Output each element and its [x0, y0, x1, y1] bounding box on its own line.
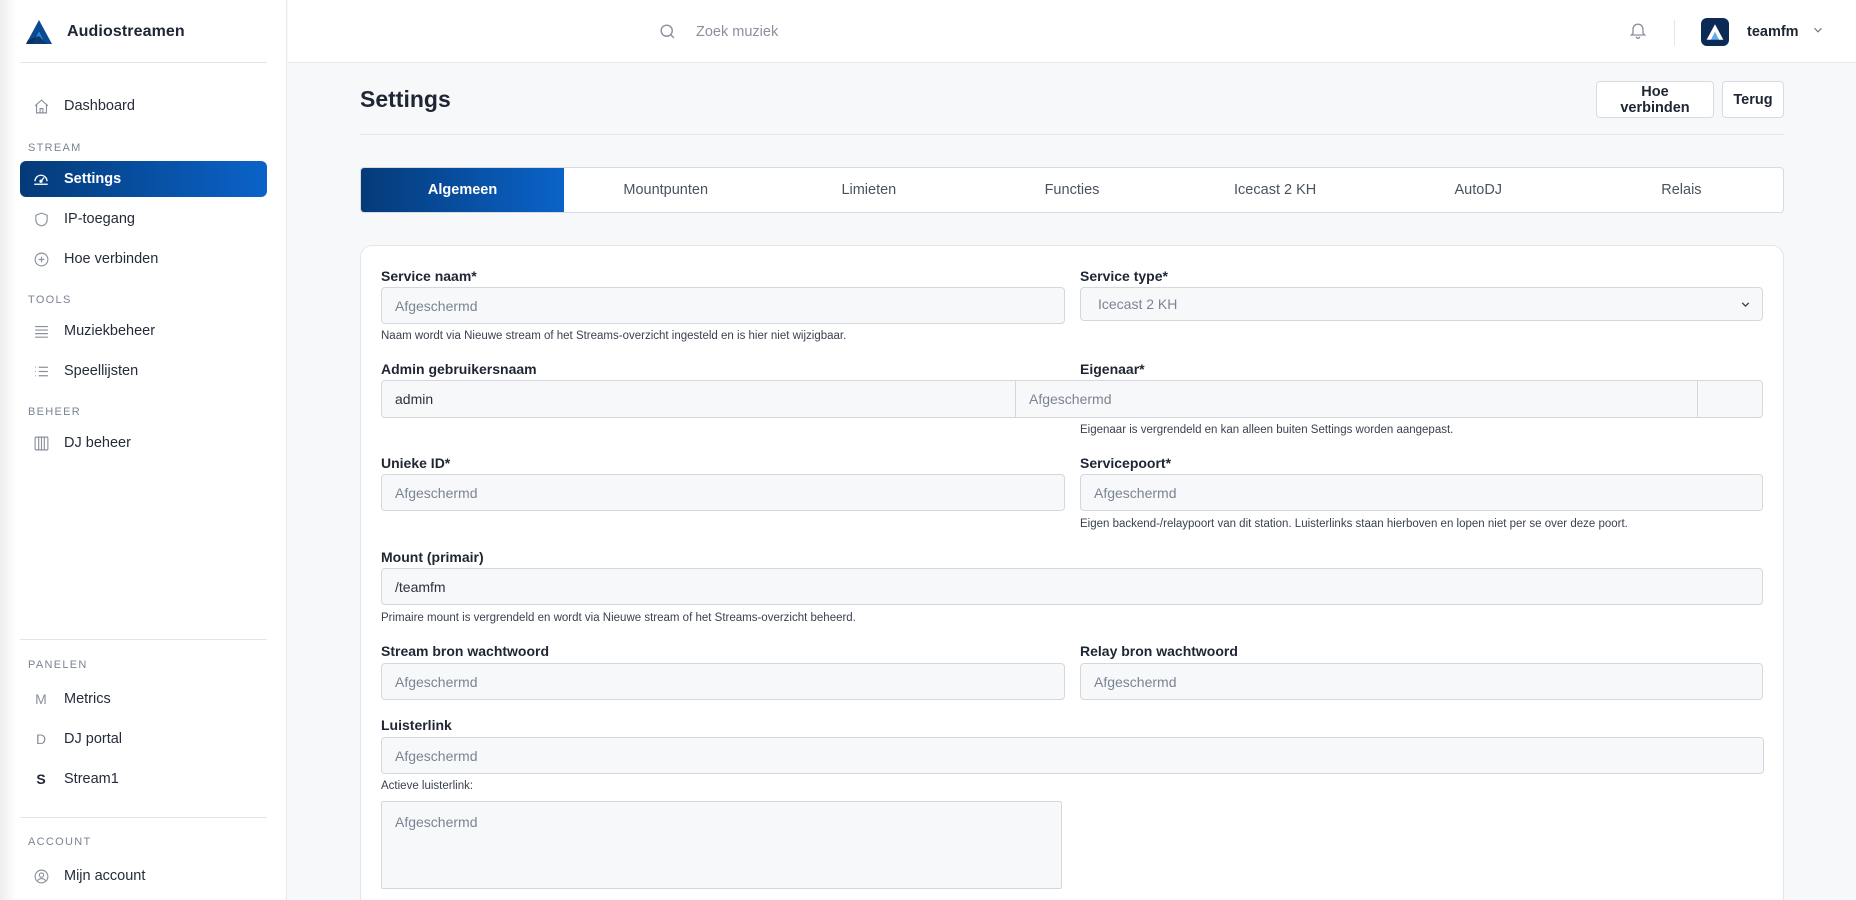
sidebar-item-label: DJ beheer: [64, 435, 131, 451]
username: teamfm: [1747, 24, 1799, 40]
sidebar-item-label: Speellijsten: [64, 363, 139, 379]
sidebar-item-label: Muziekbeheer: [64, 323, 156, 339]
page-title: Settings: [360, 86, 451, 112]
section-label-account: ACCOUNT: [28, 836, 92, 848]
divider: [20, 817, 267, 818]
user-circle-icon: [32, 867, 50, 885]
relay-source-password-field[interactable]: Afgeschermd: [1080, 663, 1763, 700]
brand[interactable]: Audiostreamen: [25, 18, 185, 46]
divider: [1674, 20, 1675, 46]
listen-link-label: Luisterlink: [381, 717, 452, 733]
brand-logo-icon: [1706, 24, 1724, 40]
sidebar: Audiostreamen Dashboard STREAM Settings …: [0, 0, 287, 900]
stream-source-password-label: Stream bron wachtwoord: [381, 643, 550, 659]
sidebar-item-dj-portal[interactable]: D DJ portal: [20, 721, 267, 757]
chevron-down-icon: [1739, 298, 1752, 311]
service-name-label: Service naam*: [381, 268, 477, 284]
search-input[interactable]: [696, 18, 1096, 46]
divider: [360, 134, 1784, 135]
tab-autodj[interactable]: AutoDJ: [1377, 168, 1580, 212]
panel-letter: D: [35, 731, 47, 747]
plus-circle-icon: [32, 250, 50, 268]
unique-id-field[interactable]: Afgeschermd: [381, 474, 1065, 511]
section-label-panelen: PANELEN: [28, 659, 88, 671]
tab-functies[interactable]: Functies: [970, 168, 1173, 212]
unique-id-label: Unieke ID*: [381, 455, 451, 471]
tab-limieten[interactable]: Limieten: [767, 168, 970, 212]
sidebar-item-metrics[interactable]: M Metrics: [20, 681, 267, 717]
service-name-field[interactable]: Afgeschermd: [381, 287, 1065, 324]
tab-icecast-2-kh[interactable]: Icecast 2 KH: [1174, 168, 1377, 212]
settings-tabs: Algemeen Mountpunten Limieten Functies I…: [360, 167, 1784, 213]
topbar: teamfm: [288, 0, 1856, 63]
gauge-icon: [32, 170, 50, 188]
tab-mountpunten[interactable]: Mountpunten: [564, 168, 767, 212]
sidebar-item-label: Hoe verbinden: [64, 251, 159, 267]
mount-help: Primaire mount is vergrendeld en wordt v…: [381, 612, 856, 624]
owner-field[interactable]: Afgeschermd: [1016, 381, 1698, 417]
avatar: [1701, 18, 1729, 46]
home-icon: [32, 97, 50, 115]
relay-source-password-label: Relay bron wachtwoord: [1080, 643, 1238, 659]
brand-logo-icon: [26, 20, 52, 44]
sidebar-item-label: Dashboard: [64, 98, 135, 114]
columns-icon: [32, 434, 50, 452]
sidebar-item-settings[interactable]: Settings: [20, 161, 267, 197]
panel-letter: M: [35, 691, 47, 707]
bell-icon[interactable]: [1628, 20, 1648, 45]
shield-icon: [32, 210, 50, 228]
admin-username-label: Admin gebruikersnaam: [381, 361, 537, 377]
panel-letter: S: [36, 771, 46, 787]
menu-lines-icon: [32, 322, 50, 340]
owner-addon: [1698, 381, 1762, 417]
sidebar-item-mijn-account[interactable]: Mijn account: [20, 858, 267, 894]
sidebar-item-ip-toegang[interactable]: IP-toegang: [20, 201, 267, 237]
sidebar-item-hoe-verbinden[interactable]: Hoe verbinden: [20, 241, 267, 277]
sidebar-item-label: Mijn account: [64, 868, 146, 884]
service-port-label: Servicepoort*: [1080, 455, 1172, 471]
service-type-select[interactable]: Icecast 2 KH: [1080, 287, 1763, 321]
sidebar-item-stream1[interactable]: S Stream1: [20, 761, 267, 797]
sidebar-item-speellijsten[interactable]: Speellijsten: [20, 353, 267, 389]
hoe-verbinden-button[interactable]: Hoe verbinden: [1596, 81, 1714, 118]
admin-username-field[interactable]: admin: [382, 381, 1016, 417]
brand-name: Audiostreamen: [67, 23, 185, 40]
mount-label: Mount (primair): [381, 549, 484, 565]
sidebar-item-label: Stream1: [64, 771, 119, 787]
service-type-label: Service type*: [1080, 268, 1168, 284]
service-type-value: Icecast 2 KH: [1098, 296, 1178, 312]
mount-field[interactable]: /teamfm: [381, 568, 1763, 605]
section-label-stream: STREAM: [28, 142, 82, 154]
terug-button[interactable]: Terug: [1722, 81, 1784, 118]
stream-source-password-field[interactable]: Afgeschermd: [381, 663, 1065, 700]
tab-algemeen[interactable]: Algemeen: [361, 168, 565, 212]
tab-relais[interactable]: Relais: [1580, 168, 1783, 212]
sidebar-item-label: IP-toegang: [64, 211, 135, 227]
list-icon: [32, 362, 50, 380]
chevron-down-icon: [1811, 23, 1825, 42]
divider: [20, 62, 267, 63]
sidebar-item-dashboard[interactable]: Dashboard: [20, 88, 267, 124]
service-name-help: Naam wordt via Nieuwe stream of het Stre…: [381, 330, 847, 342]
listen-link-field[interactable]: Afgeschermd: [381, 737, 1764, 774]
sidebar-item-label: Metrics: [64, 691, 111, 707]
listen-link-help: Actieve luisterlink:: [381, 780, 474, 792]
owner-help: Eigenaar is vergrendeld en kan alleen bu…: [1080, 424, 1454, 436]
sidebar-item-label: Settings: [64, 171, 122, 187]
service-port-field[interactable]: Afgeschermd: [1080, 474, 1763, 511]
admin-owner-input-group: admin Afgeschermd: [381, 380, 1763, 418]
search-icon[interactable]: [658, 22, 677, 46]
section-label-tools: TOOLS: [28, 294, 72, 306]
service-port-help: Eigen backend-/relaypoort van dit statio…: [1080, 518, 1628, 530]
active-listen-link-textarea[interactable]: Afgeschermd: [381, 801, 1062, 889]
owner-label: Eigenaar*: [1080, 361, 1145, 377]
section-label-beheer: BEHEER: [28, 406, 82, 418]
sidebar-item-muziekbeheer[interactable]: Muziekbeheer: [20, 313, 267, 349]
sidebar-item-label: DJ portal: [64, 731, 123, 747]
sidebar-item-dj-beheer[interactable]: DJ beheer: [20, 425, 267, 461]
divider: [20, 639, 267, 640]
user-menu[interactable]: teamfm: [1701, 17, 1825, 47]
